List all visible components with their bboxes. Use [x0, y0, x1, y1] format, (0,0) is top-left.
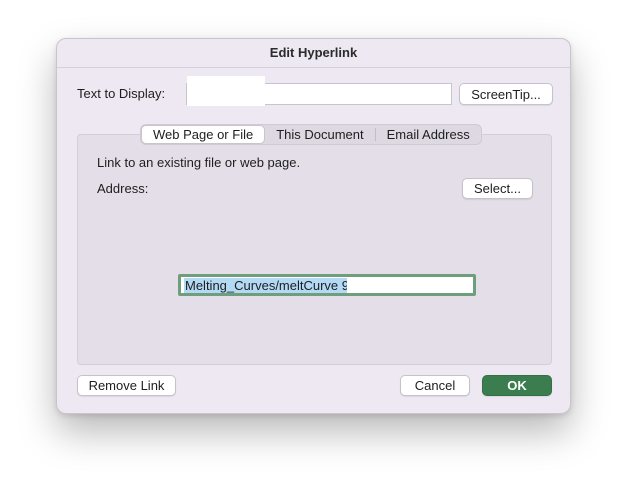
remove-link-button[interactable]: Remove Link: [77, 375, 176, 396]
tab-web-page-or-file[interactable]: Web Page or File: [141, 125, 266, 144]
tab-email-address[interactable]: Email Address: [376, 125, 481, 144]
redacted-region: [187, 76, 265, 106]
link-type-tabs: Web Page or File This Document Email Add…: [140, 124, 482, 145]
link-description: Link to an existing file or web page.: [97, 155, 301, 170]
text-to-display-label: Text to Display:: [77, 86, 166, 101]
address-input[interactable]: Melting_Curves/meltCurve 9.pdf: [178, 274, 476, 296]
screentip-button[interactable]: ScreenTip...: [459, 83, 553, 105]
tab-this-document[interactable]: This Document: [265, 125, 374, 144]
ok-button[interactable]: OK: [482, 375, 552, 396]
link-panel: Link to an existing file or web page. Ad…: [77, 134, 552, 365]
edit-hyperlink-dialog: Edit Hyperlink Text to Display: ScreenTi…: [56, 38, 571, 414]
address-label: Address:: [97, 181, 149, 196]
redacted-region: [347, 278, 402, 293]
select-file-button[interactable]: Select...: [462, 178, 533, 199]
address-value: Melting_Curves/meltCurve 9.pdf: [184, 278, 372, 293]
cancel-button[interactable]: Cancel: [400, 375, 470, 396]
dialog-title: Edit Hyperlink: [57, 39, 570, 68]
